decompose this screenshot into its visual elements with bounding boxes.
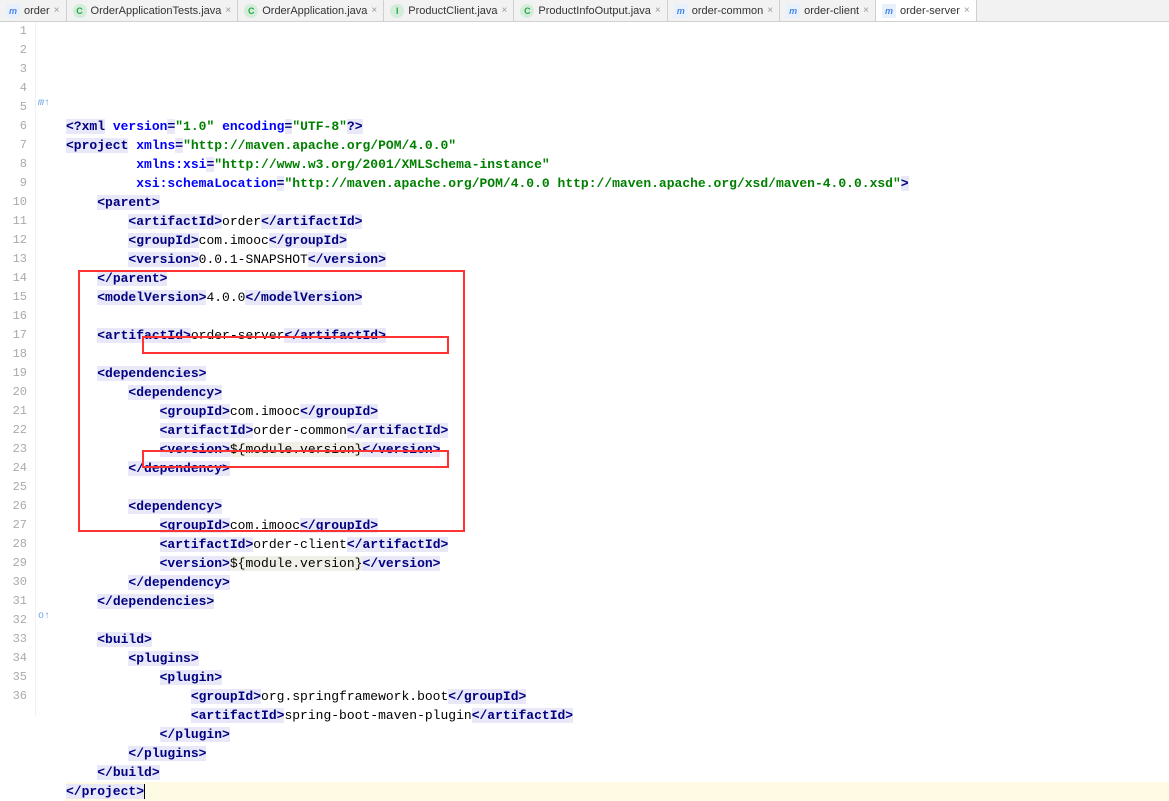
tab-label: ProductInfoOutput.java xyxy=(538,5,651,17)
tab-label: OrderApplicationTests.java xyxy=(91,5,222,17)
tab-label: OrderApplication.java xyxy=(262,5,367,17)
tab-order-common[interactable]: morder-common× xyxy=(668,0,780,21)
marks-column: m↑ o↑ xyxy=(36,22,62,716)
close-icon[interactable]: × xyxy=(502,5,508,16)
close-icon[interactable]: × xyxy=(964,5,970,16)
tab-product-client[interactable]: IProductClient.java× xyxy=(384,0,514,21)
tab-label: order-client xyxy=(804,5,859,17)
tab-order-app-tests[interactable]: COrderApplicationTests.java× xyxy=(67,0,239,21)
tab-label: order-server xyxy=(900,5,960,17)
tab-order-server[interactable]: morder-server× xyxy=(876,0,977,21)
close-icon[interactable]: × xyxy=(225,5,231,16)
tab-label: ProductClient.java xyxy=(408,5,497,17)
tab-label: order xyxy=(24,5,50,17)
line-gutter: 1234567891011121314151617181920212223242… xyxy=(0,22,36,716)
maven-mark-icon: m↑ xyxy=(38,98,50,109)
close-icon[interactable]: × xyxy=(371,5,377,16)
editor: 1234567891011121314151617181920212223242… xyxy=(0,22,1169,716)
close-icon[interactable]: × xyxy=(54,5,60,16)
tab-product-info[interactable]: CProductInfoOutput.java× xyxy=(514,0,667,21)
tab-bar: morder× COrderApplicationTests.java× COr… xyxy=(0,0,1169,22)
tab-order-client[interactable]: morder-client× xyxy=(780,0,876,21)
override-mark-icon: o↑ xyxy=(38,611,50,622)
code-area[interactable]: <?xml version="1.0" encoding="UTF-8"?><p… xyxy=(62,22,1169,716)
tab-label: order-common xyxy=(692,5,764,17)
close-icon[interactable]: × xyxy=(655,5,661,16)
close-icon[interactable]: × xyxy=(863,5,869,16)
close-icon[interactable]: × xyxy=(767,5,773,16)
tab-order[interactable]: morder× xyxy=(0,0,67,21)
tab-order-app[interactable]: COrderApplication.java× xyxy=(238,0,384,21)
